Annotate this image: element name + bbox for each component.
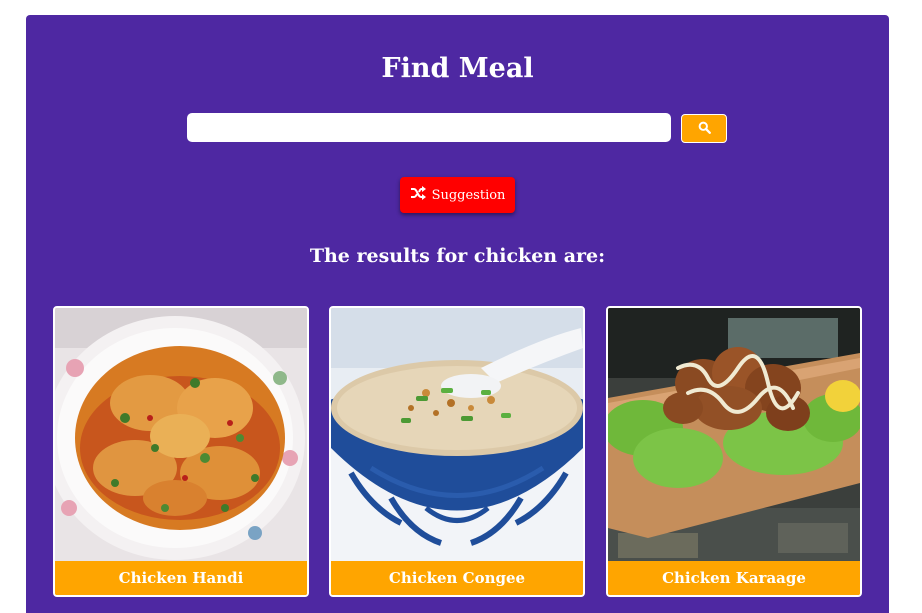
meal-name: Chicken Handi xyxy=(55,561,307,595)
suggestion-label: Suggestion xyxy=(431,187,506,203)
meal-image-chicken-congee xyxy=(331,308,583,561)
page-title: Find Meal xyxy=(381,53,534,84)
meal-image-chicken-handi xyxy=(55,308,307,561)
meal-name: Chicken Congee xyxy=(331,561,583,595)
meal-finder-panel: Find Meal Suggestion The results for chi… xyxy=(26,15,889,613)
meal-card[interactable]: Chicken Handi xyxy=(53,306,309,597)
meal-image-chicken-karaage xyxy=(608,308,860,561)
search-button[interactable] xyxy=(681,114,727,143)
search-icon xyxy=(698,121,711,137)
meal-name: Chicken Karaage xyxy=(608,561,860,595)
shuffle-icon xyxy=(410,186,426,204)
suggestion-button[interactable]: Suggestion xyxy=(400,177,515,213)
meal-card[interactable]: Chicken Karaage xyxy=(606,306,862,597)
meal-card[interactable]: Chicken Congee xyxy=(329,306,585,597)
results-heading: The results for chicken are: xyxy=(309,245,606,267)
search-input[interactable] xyxy=(187,113,671,142)
